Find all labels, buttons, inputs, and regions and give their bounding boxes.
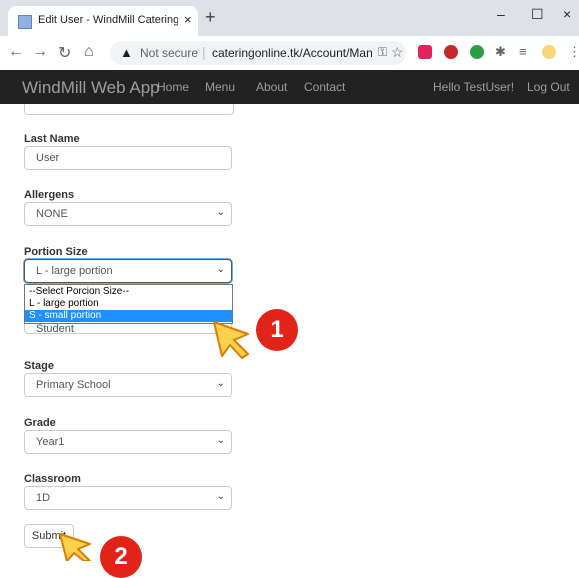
classroom-label: Classroom	[24, 473, 81, 485]
nav-greeting[interactable]: Hello TestUser!	[433, 80, 514, 94]
minimize-button[interactable]: –	[497, 6, 505, 22]
classroom-select[interactable]: 1D ⌄	[24, 486, 232, 510]
new-tab-button[interactable]: +	[205, 7, 216, 28]
allergens-select[interactable]: NONE ⌄	[24, 202, 232, 226]
stage-select[interactable]: Primary School ⌄	[24, 373, 232, 397]
url-text[interactable]: cateringonline.tk/Account/Man...	[212, 46, 372, 60]
tab-title: Edit User - WindMill Catering We	[38, 14, 178, 26]
nav-about[interactable]: About	[256, 80, 287, 94]
browser-tab[interactable]: Edit User - WindMill Catering We ×	[8, 6, 198, 36]
classroom-value: 1D	[36, 492, 51, 504]
tab-close-icon[interactable]: ×	[184, 12, 192, 27]
nav-logout[interactable]: Log Out	[527, 80, 570, 94]
extension-icon[interactable]	[418, 45, 432, 59]
chevron-down-icon: ⌄	[216, 264, 225, 275]
step-1-badge: 1	[256, 309, 298, 351]
chevron-down-icon: ⌄	[216, 491, 225, 502]
reload-icon[interactable]: ↻	[58, 43, 71, 63]
puzzle-icon[interactable]: ✱	[495, 44, 506, 60]
nav-home[interactable]: Home	[157, 80, 189, 94]
browser-toolbar: ← → ↻ ⌂ ▲ Not secure | cateringonline.tk…	[0, 36, 579, 71]
browser-tab-strip: Edit User - WindMill Catering We × + – ☐…	[0, 0, 579, 36]
portion-size-value: L - large portion	[36, 265, 113, 277]
back-arrow-icon[interactable]: ←	[8, 43, 24, 61]
portion-size-select[interactable]: L - large portion ⌄	[24, 259, 232, 283]
step-2-badge: 2	[100, 536, 142, 578]
allergens-value: NONE	[36, 208, 68, 220]
role-value: Student	[36, 323, 74, 335]
last-name-label: Last Name	[24, 133, 80, 145]
portion-option-placeholder[interactable]: --Select Porcion Size--	[25, 286, 232, 298]
app-brand[interactable]: WindMill Web App	[22, 78, 160, 98]
last-name-value: User	[36, 152, 60, 164]
window-close-button[interactable]: ×	[563, 6, 571, 22]
warning-triangle-icon[interactable]: ▲	[120, 45, 133, 60]
allergens-label: Allergens	[24, 189, 75, 201]
stage-value: Primary School	[36, 379, 111, 391]
shield-extension-icon[interactable]	[444, 45, 458, 59]
pointer-cursor-icon	[213, 321, 249, 359]
maximize-button[interactable]: ☐	[531, 6, 544, 23]
pointer-cursor-icon	[59, 533, 91, 561]
nav-contact[interactable]: Contact	[304, 80, 345, 94]
portion-option-large[interactable]: L - large portion	[25, 298, 232, 310]
star-icon[interactable]: ☆	[391, 44, 404, 61]
portion-size-dropdown[interactable]: --Select Porcion Size-- L - large portio…	[24, 284, 233, 324]
menu-dots-icon[interactable]: ⋮	[568, 44, 579, 60]
chevron-down-icon: ⌄	[216, 207, 225, 218]
stage-label: Stage	[24, 360, 54, 372]
page-favicon-icon	[18, 15, 32, 29]
reading-list-icon[interactable]: ≡	[519, 44, 527, 59]
previous-field-stub[interactable]	[24, 104, 234, 115]
grade-label: Grade	[24, 417, 56, 429]
chevron-down-icon: ⌄	[216, 378, 225, 389]
profile-avatar-icon[interactable]	[542, 45, 556, 59]
last-name-input[interactable]: User	[24, 146, 232, 170]
security-status[interactable]: Not secure	[140, 46, 198, 60]
address-separator: |	[202, 44, 206, 60]
chevron-down-icon: ⌄	[216, 435, 225, 446]
forward-arrow-icon[interactable]: →	[32, 43, 48, 61]
grade-value: Year1	[36, 436, 65, 448]
green-extension-icon[interactable]	[470, 45, 484, 59]
nav-menu[interactable]: Menu	[205, 80, 235, 94]
key-icon[interactable]: ⚿	[378, 45, 387, 60]
address-bar[interactable]: ▲ Not secure | cateringonline.tk/Account…	[110, 41, 406, 65]
home-icon[interactable]: ⌂	[84, 43, 94, 61]
grade-select[interactable]: Year1 ⌄	[24, 430, 232, 454]
portion-option-small[interactable]: S - small portion	[25, 310, 232, 322]
portion-size-label: Portion Size	[24, 246, 88, 258]
app-navbar: WindMill Web App Home Menu About Contact…	[0, 70, 579, 104]
